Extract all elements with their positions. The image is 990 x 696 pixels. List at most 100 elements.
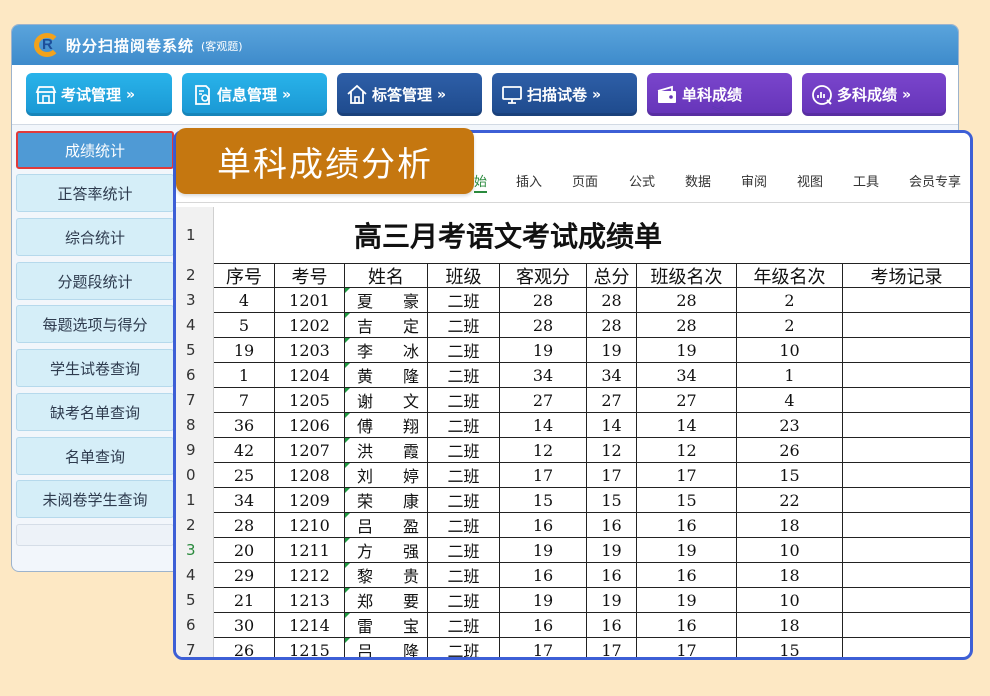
row-number[interactable]: 4 (176, 313, 214, 338)
name-cell[interactable]: 洪霞 (344, 438, 427, 462)
nav-info-management-button[interactable]: 信息管理» (182, 73, 327, 116)
table-cell[interactable]: 25 (214, 463, 274, 487)
table-cell[interactable]: 1205 (274, 388, 344, 412)
name-cell[interactable]: 夏豪 (344, 288, 427, 312)
row-number[interactable]: 3 (176, 538, 214, 563)
name-cell[interactable]: 方强 (344, 538, 427, 562)
table-cell[interactable]: 1208 (274, 463, 344, 487)
column-header[interactable]: 考号 (274, 264, 344, 288)
name-cell[interactable]: 吕盈 (344, 513, 427, 537)
table-cell[interactable]: 19 (636, 338, 736, 362)
table-cell[interactable]: 1203 (274, 338, 344, 362)
table-cell[interactable]: 36 (214, 413, 274, 437)
name-cell[interactable]: 刘婷 (344, 463, 427, 487)
table-cell[interactable]: 22 (736, 488, 842, 512)
table-cell[interactable]: 15 (636, 488, 736, 512)
table-cell[interactable]: 19 (499, 538, 586, 562)
exam-record-cell[interactable] (842, 588, 970, 612)
exam-record-cell[interactable] (842, 638, 970, 657)
exam-record-cell[interactable] (842, 338, 970, 362)
ribbon-tab-review[interactable]: 审阅 (741, 171, 767, 190)
table-cell[interactable]: 1206 (274, 413, 344, 437)
row-number[interactable]: 5 (176, 588, 214, 613)
table-cell[interactable]: 19 (499, 588, 586, 612)
sidebar-item-score-stats[interactable]: 成绩统计 (16, 131, 174, 169)
exam-record-cell[interactable] (842, 288, 970, 312)
ribbon-tab-formula[interactable]: 公式 (629, 171, 655, 190)
exam-record-cell[interactable] (842, 463, 970, 487)
table-cell[interactable]: 19 (636, 588, 736, 612)
table-cell[interactable]: 30 (214, 613, 274, 637)
table-cell[interactable]: 26 (214, 638, 274, 658)
table-cell[interactable]: 18 (736, 513, 842, 537)
table-cell[interactable]: 1211 (274, 538, 344, 562)
table-cell[interactable]: 19 (214, 338, 274, 362)
ribbon-tab-start[interactable]: 始 (474, 171, 488, 193)
table-cell[interactable]: 16 (636, 513, 736, 537)
table-cell[interactable]: 二班 (427, 513, 499, 537)
name-cell[interactable]: 郑要 (344, 588, 427, 612)
table-cell[interactable]: 18 (736, 613, 842, 637)
name-cell[interactable]: 吕隆 (344, 638, 427, 657)
table-cell[interactable]: 10 (736, 538, 842, 562)
row-number[interactable]: 5 (176, 338, 214, 363)
exam-record-cell[interactable] (842, 513, 970, 537)
sidebar-item-absent-list[interactable]: 缺考名单查询 (16, 393, 174, 431)
row-number[interactable]: 0 (176, 463, 214, 488)
table-cell[interactable]: 10 (736, 588, 842, 612)
table-cell[interactable]: 12 (499, 438, 586, 462)
table-cell[interactable]: 17 (636, 463, 736, 487)
table-cell[interactable]: 19 (586, 338, 636, 362)
table-cell[interactable]: 28 (214, 513, 274, 537)
table-cell[interactable]: 17 (636, 638, 736, 657)
table-cell[interactable]: 28 (586, 313, 636, 337)
row-number[interactable]: 4 (176, 563, 214, 588)
table-cell[interactable]: 34 (636, 363, 736, 387)
exam-record-cell[interactable] (842, 438, 970, 462)
table-cell[interactable]: 34 (499, 363, 586, 387)
name-cell[interactable]: 雷宝 (344, 613, 427, 637)
sidebar-item-roster-query[interactable]: 名单查询 (16, 437, 174, 475)
table-cell[interactable]: 28 (499, 288, 586, 312)
table-cell[interactable]: 16 (499, 513, 586, 537)
table-cell[interactable]: 1213 (274, 588, 344, 612)
table-cell[interactable]: 21 (214, 588, 274, 612)
sidebar-item-paper-query[interactable]: 学生试卷查询 (16, 349, 174, 387)
table-cell[interactable]: 27 (499, 388, 586, 412)
table-cell[interactable]: 16 (499, 563, 586, 587)
table-cell[interactable]: 28 (586, 288, 636, 312)
column-header[interactable]: 班级名次 (636, 264, 736, 288)
ribbon-tab-data[interactable]: 数据 (685, 171, 711, 190)
table-cell[interactable]: 28 (636, 288, 736, 312)
table-cell[interactable]: 42 (214, 438, 274, 462)
row-number[interactable]: 1 (176, 488, 214, 513)
table-cell[interactable]: 二班 (427, 463, 499, 487)
nav-answer-key-button[interactable]: 标答管理» (337, 73, 482, 116)
table-cell[interactable]: 19 (636, 538, 736, 562)
row-number[interactable]: 9 (176, 438, 214, 463)
table-cell[interactable]: 15 (736, 463, 842, 487)
table-cell[interactable]: 二班 (427, 563, 499, 587)
table-cell[interactable]: 26 (736, 438, 842, 462)
table-cell[interactable]: 5 (214, 313, 274, 337)
table-cell[interactable]: 二班 (427, 363, 499, 387)
row-number[interactable]: 7 (176, 388, 214, 413)
table-cell[interactable]: 1204 (274, 363, 344, 387)
exam-record-cell[interactable] (842, 563, 970, 587)
row-number[interactable]: 2 (176, 263, 214, 288)
table-cell[interactable]: 1210 (274, 513, 344, 537)
name-cell[interactable]: 李冰 (344, 338, 427, 362)
table-cell[interactable]: 1 (736, 363, 842, 387)
ribbon-tab-page[interactable]: 页面 (572, 171, 598, 190)
nav-scan-papers-button[interactable]: 扫描试卷» (492, 73, 637, 116)
row-number[interactable]: 6 (176, 363, 214, 388)
table-cell[interactable]: 1207 (274, 438, 344, 462)
name-cell[interactable]: 黄隆 (344, 363, 427, 387)
ribbon-tab-member[interactable]: 会员专享 (909, 171, 961, 190)
table-cell[interactable]: 14 (586, 413, 636, 437)
sidebar-item-unmarked-query[interactable]: 未阅卷学生查询 (16, 480, 174, 518)
table-cell[interactable]: 19 (586, 538, 636, 562)
exam-record-cell[interactable] (842, 388, 970, 412)
table-cell[interactable]: 17 (586, 638, 636, 657)
table-cell[interactable]: 二班 (427, 388, 499, 412)
